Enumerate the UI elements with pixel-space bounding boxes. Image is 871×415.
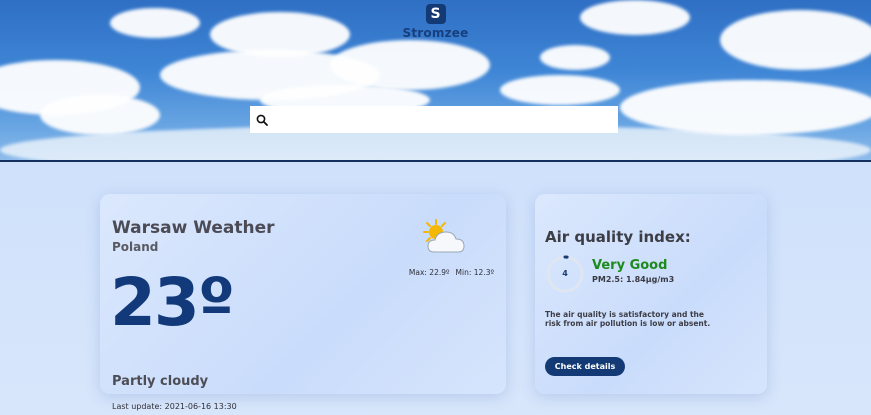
logo-icon: S	[425, 4, 446, 24]
city-title: Warsaw Weather	[112, 218, 275, 238]
brand-name: Stromzee	[402, 26, 469, 40]
cloud-decor	[540, 45, 610, 70]
air-quality-card: Air quality index: 4 Very Good PM2.5: 1.…	[535, 194, 767, 394]
weather-card: Warsaw Weather Poland 23º Partly cloudy …	[100, 194, 506, 411]
aqi-index-value: 4	[562, 269, 568, 278]
cloud-decor	[330, 40, 490, 90]
search-input[interactable]	[274, 106, 618, 133]
air-quality-description: The air quality is satisfactory and the …	[545, 310, 711, 328]
cloud-decor	[500, 75, 620, 105]
max-temperature: Max: 22.9º	[408, 268, 450, 277]
header-hero: S Stromzee	[0, 0, 871, 162]
cloud-decor	[620, 80, 871, 135]
brand-logo[interactable]: S Stromzee	[0, 2, 871, 40]
temperature-value: 23º	[110, 264, 235, 341]
check-details-button[interactable]: Check details	[545, 357, 625, 376]
weather-condition: Partly cloudy	[112, 374, 209, 389]
pm25-value: PM2.5: 1.84µg/m3	[592, 275, 675, 284]
main-content: Warsaw Weather Poland 23º Partly cloudy …	[0, 164, 871, 415]
aqi-status: Very Good	[592, 258, 668, 273]
min-temperature: Min: 12.3º	[455, 268, 494, 277]
min-max-temperature: Max: 22.9º Min: 12.3º	[409, 268, 494, 277]
search-icon	[256, 114, 268, 126]
country-label: Poland	[112, 240, 159, 254]
search-bar[interactable]	[250, 106, 618, 133]
cloud-decor	[40, 95, 160, 135]
air-quality-title: Air quality index:	[545, 228, 691, 246]
last-update: Last update: 2021-06-16 13:30	[112, 402, 237, 411]
partly-cloudy-icon	[423, 219, 465, 253]
